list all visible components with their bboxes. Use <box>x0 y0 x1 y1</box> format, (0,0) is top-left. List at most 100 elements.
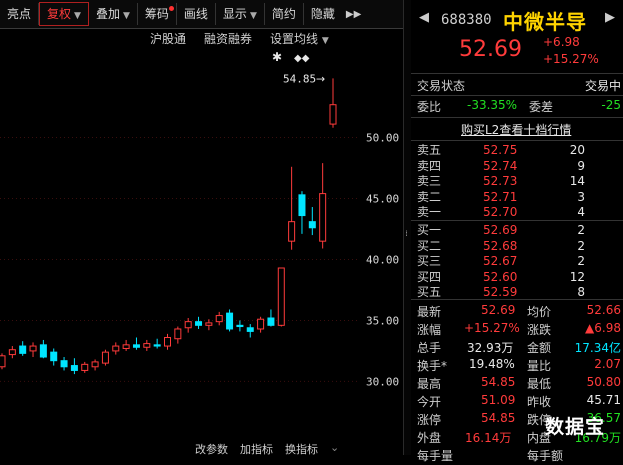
order-book-level[interactable]: 买四 52.60 12 <box>411 270 623 284</box>
candle <box>8 346 16 359</box>
order-book-price: 52.75 <box>483 143 518 157</box>
asterisk-marker-icon: ✱ <box>272 50 282 64</box>
candle <box>19 341 27 356</box>
candle <box>0 353 6 370</box>
order-book-level[interactable]: 卖五 52.75 20 <box>411 143 623 157</box>
candle <box>205 319 213 331</box>
candle <box>246 324 254 338</box>
next-stock-icon[interactable]: ▶ <box>605 10 615 25</box>
candle-body <box>267 317 275 326</box>
candle-body <box>143 343 151 348</box>
order-book-label: 买一 <box>417 223 442 237</box>
order-book-price: 52.59 <box>483 285 518 299</box>
y-tick-label: 40.00 <box>366 253 399 266</box>
dropdown-arrow-icon: ▼ <box>74 11 81 21</box>
event-markers: ✱ ◆◆ <box>272 50 310 64</box>
candle-body <box>257 318 265 330</box>
kline-chart[interactable]: ✱ ◆◆ 50.00 45.00 40.00 35.00 30.00 54.85 → <box>0 48 403 446</box>
candle-body <box>101 351 109 364</box>
divider-line <box>411 95 623 96</box>
order-book-price: 52.67 <box>483 254 518 268</box>
hk-connect-link[interactable]: 沪股通 <box>150 30 186 48</box>
prev-stock-icon[interactable]: ◀ <box>419 10 429 25</box>
order-book-level[interactable]: 买五 52.59 8 <box>411 285 623 299</box>
candle-body <box>112 345 120 352</box>
candle <box>143 339 151 351</box>
adjust-rights-button[interactable]: 复权 ▼ <box>39 2 89 26</box>
candle-body <box>184 321 192 329</box>
price-axis: 50.00 45.00 40.00 35.00 30.00 <box>366 132 399 389</box>
order-book-volume: 20 <box>569 143 585 157</box>
highlights-button[interactable]: 亮点 <box>0 3 40 25</box>
ma-settings-button[interactable]: 设置均线 ▼ <box>270 30 329 48</box>
last-price: 52.69 <box>459 37 522 62</box>
order-book-level[interactable]: 卖二 52.71 3 <box>411 190 623 204</box>
order-book-price: 52.71 <box>483 189 518 204</box>
dropdown-arrow-icon: ▼ <box>249 11 257 21</box>
candle <box>184 318 192 333</box>
candle-body <box>91 361 99 368</box>
order-book-volume: 14 <box>569 174 585 188</box>
candle <box>153 338 161 349</box>
order-book-level[interactable]: 买三 52.67 2 <box>411 254 623 268</box>
divider-line <box>411 220 623 221</box>
order-book-level[interactable]: 买二 52.68 2 <box>411 239 623 253</box>
order-book-level[interactable]: 卖四 52.74 9 <box>411 159 623 173</box>
order-book-price: 52.70 <box>483 205 518 219</box>
draw-line-button[interactable]: 画线 <box>177 3 216 25</box>
divider-line <box>411 299 623 300</box>
candle-body <box>19 345 27 354</box>
grip-icon[interactable]: ⁞ <box>403 228 410 240</box>
notification-dot-icon <box>168 6 174 11</box>
scroll-arrow-icon[interactable]: ⌄ <box>330 441 339 454</box>
buy-l2-link[interactable]: 购买L2查看十档行情 <box>461 121 571 138</box>
candle <box>236 320 244 332</box>
stats-row: 最新 52.69 均价 52.66 <box>417 303 621 319</box>
hide-button[interactable]: 隐藏 <box>304 3 342 25</box>
candle-body <box>236 324 244 328</box>
order-book-level[interactable]: 卖三 52.73 14 <box>411 174 623 188</box>
stock-code: 688380 <box>441 12 492 28</box>
stats-row: 总手 32.93万 金额 17.34亿 <box>417 341 621 355</box>
candle-body <box>277 267 285 326</box>
candle <box>81 361 89 373</box>
candle <box>50 348 58 366</box>
overlay-button[interactable]: 叠加 ▼ <box>89 3 138 25</box>
double-chevron-right-icon[interactable]: ▶▶ <box>342 9 365 20</box>
simple-button[interactable]: 简约 <box>265 3 304 25</box>
order-book-volume: 9 <box>577 158 585 173</box>
candle <box>132 337 140 350</box>
y-tick-label: 50.00 <box>366 132 399 145</box>
order-book-volume: 12 <box>569 269 585 284</box>
order-book-volume: 2 <box>577 238 585 253</box>
candle <box>101 349 109 366</box>
order-book-price: 52.68 <box>483 238 518 253</box>
candle <box>112 342 120 355</box>
order-book-price: 52.69 <box>483 223 518 237</box>
candle-body <box>195 321 203 326</box>
candle <box>267 309 275 327</box>
candle-body <box>29 345 37 352</box>
candle-body <box>215 315 223 323</box>
trade-status-row: 交易状态 交易中 <box>417 79 621 93</box>
dropdown-arrow-icon: ▼ <box>122 11 130 21</box>
candle <box>70 358 78 375</box>
order-book-volume: 2 <box>577 223 585 237</box>
order-book-level[interactable]: 买一 52.69 2 <box>411 223 623 237</box>
order-book-price: 52.73 <box>483 174 518 188</box>
price-change: +6.98 <box>543 35 580 49</box>
candle-body <box>288 221 296 242</box>
margin-trading-link[interactable]: 融资融券 <box>204 30 252 48</box>
candle <box>308 207 316 236</box>
candle-body <box>205 322 213 326</box>
chips-button[interactable]: 筹码 <box>138 3 177 25</box>
divider-line <box>411 117 623 118</box>
order-book-level[interactable]: 卖一 52.70 4 <box>411 205 623 219</box>
candle-body <box>329 104 337 125</box>
display-button[interactable]: 显示 ▼ <box>216 3 265 25</box>
kline-svg: ✱ ◆◆ 50.00 45.00 40.00 35.00 30.00 54.85 → <box>0 50 399 389</box>
stats-row: 最高 54.85 最低 50.80 <box>417 375 621 391</box>
candle <box>288 166 296 250</box>
candle <box>60 357 68 371</box>
order-book-label: 买三 <box>417 254 442 268</box>
